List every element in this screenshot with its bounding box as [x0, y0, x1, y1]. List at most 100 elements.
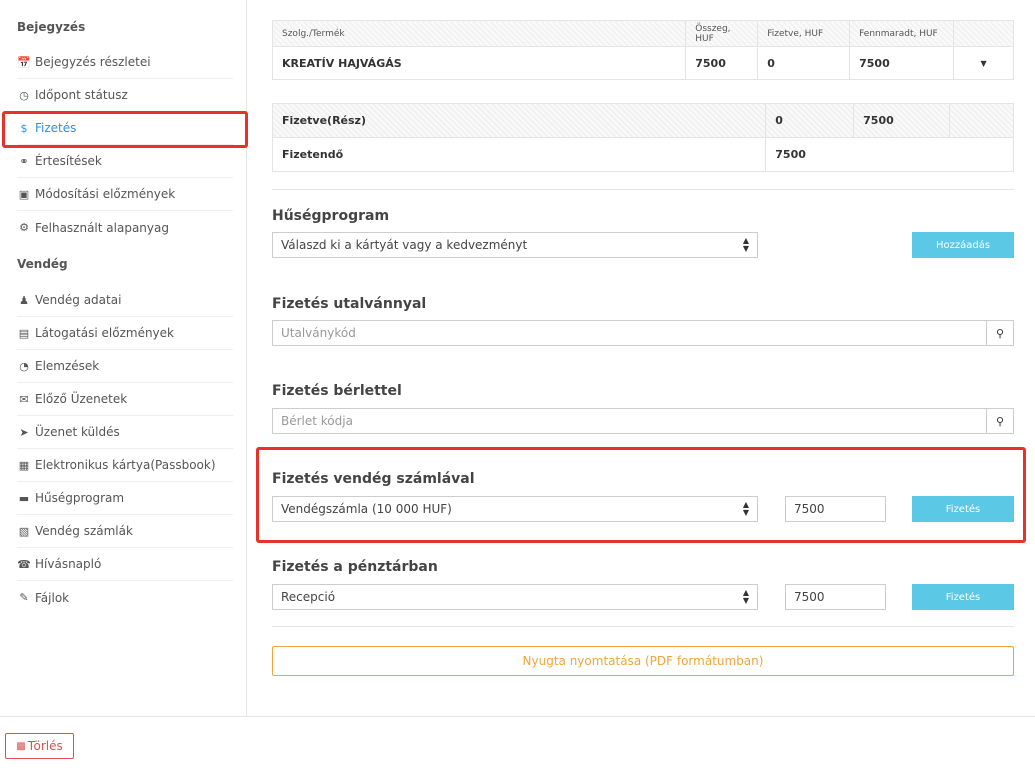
pass-search-button[interactable]: ⚲ — [987, 408, 1014, 434]
sidebar-item-label: Módosítási előzmények — [35, 187, 176, 201]
guest-account-title: Fizetés vendég számlával — [272, 471, 475, 487]
summary-paid-remaining: 7500 — [853, 103, 951, 138]
sidebar-item-label: Értesítések — [35, 154, 102, 168]
guest-account-select[interactable]: Vendégszámla (10 000 HUF) ▲ ▼ — [272, 496, 758, 522]
table-row: KREATÍV HAJVÁGÁS 7500 0 7500 ▼ — [271, 46, 1014, 80]
sidebar-item-analytics[interactable]: ◔ Elemzések — [17, 350, 233, 383]
sidebar-item-files[interactable]: ✎ Fájlok — [17, 581, 233, 614]
sidebar-item-label: Időpont státusz — [35, 88, 128, 102]
guest-account-pay-button[interactable]: Fizetés — [912, 496, 1014, 522]
sidebar-item-label: Előző Üzenetek — [35, 392, 128, 406]
dollar-icon: $ — [20, 121, 28, 135]
pass-title: Fizetés bérlettel — [272, 383, 402, 399]
loyalty-select[interactable]: Válaszd ki a kártyát vagy a kedvezményt … — [272, 232, 758, 258]
column-header-remaining: Fennmaradt, HUF — [849, 20, 955, 47]
column-header-actions — [953, 20, 1014, 47]
select-arrows-icon: ▲ ▼ — [742, 236, 749, 253]
delete-button-label: Törlés — [27, 739, 63, 753]
search-icon: ⚲ — [995, 414, 1005, 428]
divider — [272, 626, 1014, 627]
service-remaining: 7500 — [849, 46, 955, 80]
paperclip-icon: ✎ — [19, 591, 29, 604]
sidebar-item-label: Fájlok — [35, 590, 70, 605]
sidebar: Bejegyzés 📅 Bejegyzés részletei ◷ Időpon… — [0, 0, 247, 716]
add-loyalty-button[interactable]: Hozzáadás — [912, 232, 1014, 258]
voucher-search-button[interactable]: ⚲ — [987, 320, 1014, 346]
print-receipt-button[interactable]: Nyugta nyomtatása (PDF formátumban) — [272, 646, 1014, 676]
sidebar-item-label: Vendég adatai — [35, 293, 122, 307]
cashier-pay-button[interactable]: Fizetés — [912, 584, 1014, 610]
guest-account-select-value: Vendégszámla (10 000 HUF) — [281, 502, 452, 516]
file-icon: ▣ — [18, 187, 30, 201]
column-header-amount: Összeg, HUF — [685, 20, 759, 47]
sidebar-item-call-log[interactable]: ☎ Hívásnapló — [17, 548, 233, 581]
sidebar-item-label: Hívásnapló — [35, 557, 102, 571]
payment-summary-table: Fizetve(Rész) 0 7500 Fizetendő 7500 — [271, 103, 1014, 172]
credit-card-icon: ▬ — [18, 491, 30, 505]
loyalty-select-value: Válaszd ki a kártyát vagy a kedvezményt — [281, 238, 528, 252]
sidebar-item-visit-history[interactable]: ▤ Látogatási előzmények — [17, 317, 233, 350]
divider — [272, 189, 1014, 190]
envelope-icon: ✉ — [19, 392, 29, 406]
sidebar-section-title-entry: Bejegyzés — [17, 20, 86, 34]
voucher-code-input[interactable]: Utalványkód — [272, 320, 987, 346]
sidebar-item-notifications[interactable]: ⚭ Értesítések — [17, 145, 233, 178]
sidebar-item-label: Fizetés — [35, 121, 77, 135]
sidebar-item-label: Bejegyzés részletei — [35, 55, 151, 69]
voucher-title: Fizetés utalvánnyal — [272, 296, 427, 312]
user-icon: ♟ — [19, 293, 29, 307]
trash-icon: ▩ — [16, 740, 26, 752]
sidebar-item-change-history[interactable]: ▣ Módosítási előzmények — [17, 178, 233, 211]
service-amount: 7500 — [685, 46, 759, 80]
send-icon: ➤ — [19, 425, 29, 439]
pass-code-input[interactable]: Bérlet kódja — [272, 408, 987, 434]
service-name: KREATÍV HAJVÁGÁS — [271, 46, 687, 80]
summary-due-label: Fizetendő — [271, 137, 767, 172]
sidebar-item-label: Üzenet küldés — [35, 425, 120, 439]
pie-chart-icon: ◔ — [19, 359, 29, 373]
select-arrows-icon: ▲ ▼ — [742, 588, 749, 605]
calendar-icon: 📅 — [17, 55, 31, 69]
sidebar-item-label: Vendég számlák — [35, 524, 133, 538]
sidebar-item-label: Elektronikus kártya(Passbook) — [35, 458, 216, 472]
sidebar-item-guest-accounts[interactable]: ▧ Vendég számlák — [17, 515, 233, 548]
sidebar-item-label: Felhasznált alapanyag — [35, 220, 169, 235]
sidebar-item-payment[interactable]: $ Fizetés — [17, 112, 233, 145]
summary-paid-value: 0 — [765, 103, 855, 138]
guest-account-amount-input[interactable]: 7500 — [785, 496, 886, 522]
services-table: Szolg./Termék Összeg, HUF Fizetve, HUF F… — [271, 20, 1014, 80]
select-arrows-icon: ▲ ▼ — [742, 500, 749, 517]
briefcase-icon: ▧ — [18, 524, 30, 538]
service-paid: 0 — [757, 46, 851, 80]
sidebar-item-loyalty[interactable]: ▬ Hűségprogram — [17, 482, 233, 515]
comment-icon: ⚭ — [19, 154, 29, 168]
column-header-service: Szolg./Termék — [271, 20, 687, 47]
sidebar-item-label: Elemzések — [35, 359, 100, 373]
sidebar-item-materials-used[interactable]: ⚙ Felhasznált alapanyag — [17, 211, 233, 244]
cashier-amount-input[interactable]: 7500 — [785, 584, 886, 610]
cashier-select[interactable]: Recepció ▲ ▼ — [272, 584, 758, 610]
sidebar-section-title-guest: Vendég — [17, 257, 68, 271]
phone-icon: ☎ — [17, 557, 31, 571]
row-expand-toggle[interactable]: ▼ — [953, 46, 1014, 80]
highlight-frame-guest-account — [256, 447, 1026, 543]
list-icon: ▤ — [18, 326, 30, 340]
summary-paid-label: Fizetve(Rész) — [271, 103, 767, 138]
sidebar-item-appointment-status[interactable]: ◷ Időpont státusz — [17, 79, 233, 112]
qrcode-icon: ▦ — [18, 458, 30, 472]
clock-icon: ◷ — [19, 88, 29, 102]
sidebar-item-send-message[interactable]: ➤ Üzenet küldés — [17, 416, 233, 449]
summary-due-value: 7500 — [765, 137, 1014, 172]
cashier-title: Fizetés a pénztárban — [272, 559, 438, 575]
sidebar-item-previous-messages[interactable]: ✉ Előző Üzenetek — [17, 383, 233, 416]
sidebar-item-label: Látogatási előzmények — [35, 326, 174, 340]
sidebar-item-passbook[interactable]: ▦ Elektronikus kártya(Passbook) — [17, 449, 233, 482]
sidebar-item-entry-details[interactable]: 📅 Bejegyzés részletei — [17, 46, 233, 79]
cogs-icon: ⚙ — [19, 221, 29, 234]
search-icon: ⚲ — [995, 326, 1005, 340]
sidebar-item-guest-details[interactable]: ♟ Vendég adatai — [17, 284, 233, 317]
delete-button[interactable]: ▩ Törlés — [5, 733, 74, 759]
footer-divider — [0, 716, 1035, 717]
cashier-select-value: Recepció — [281, 590, 336, 604]
caret-down-icon: ▼ — [980, 58, 987, 68]
